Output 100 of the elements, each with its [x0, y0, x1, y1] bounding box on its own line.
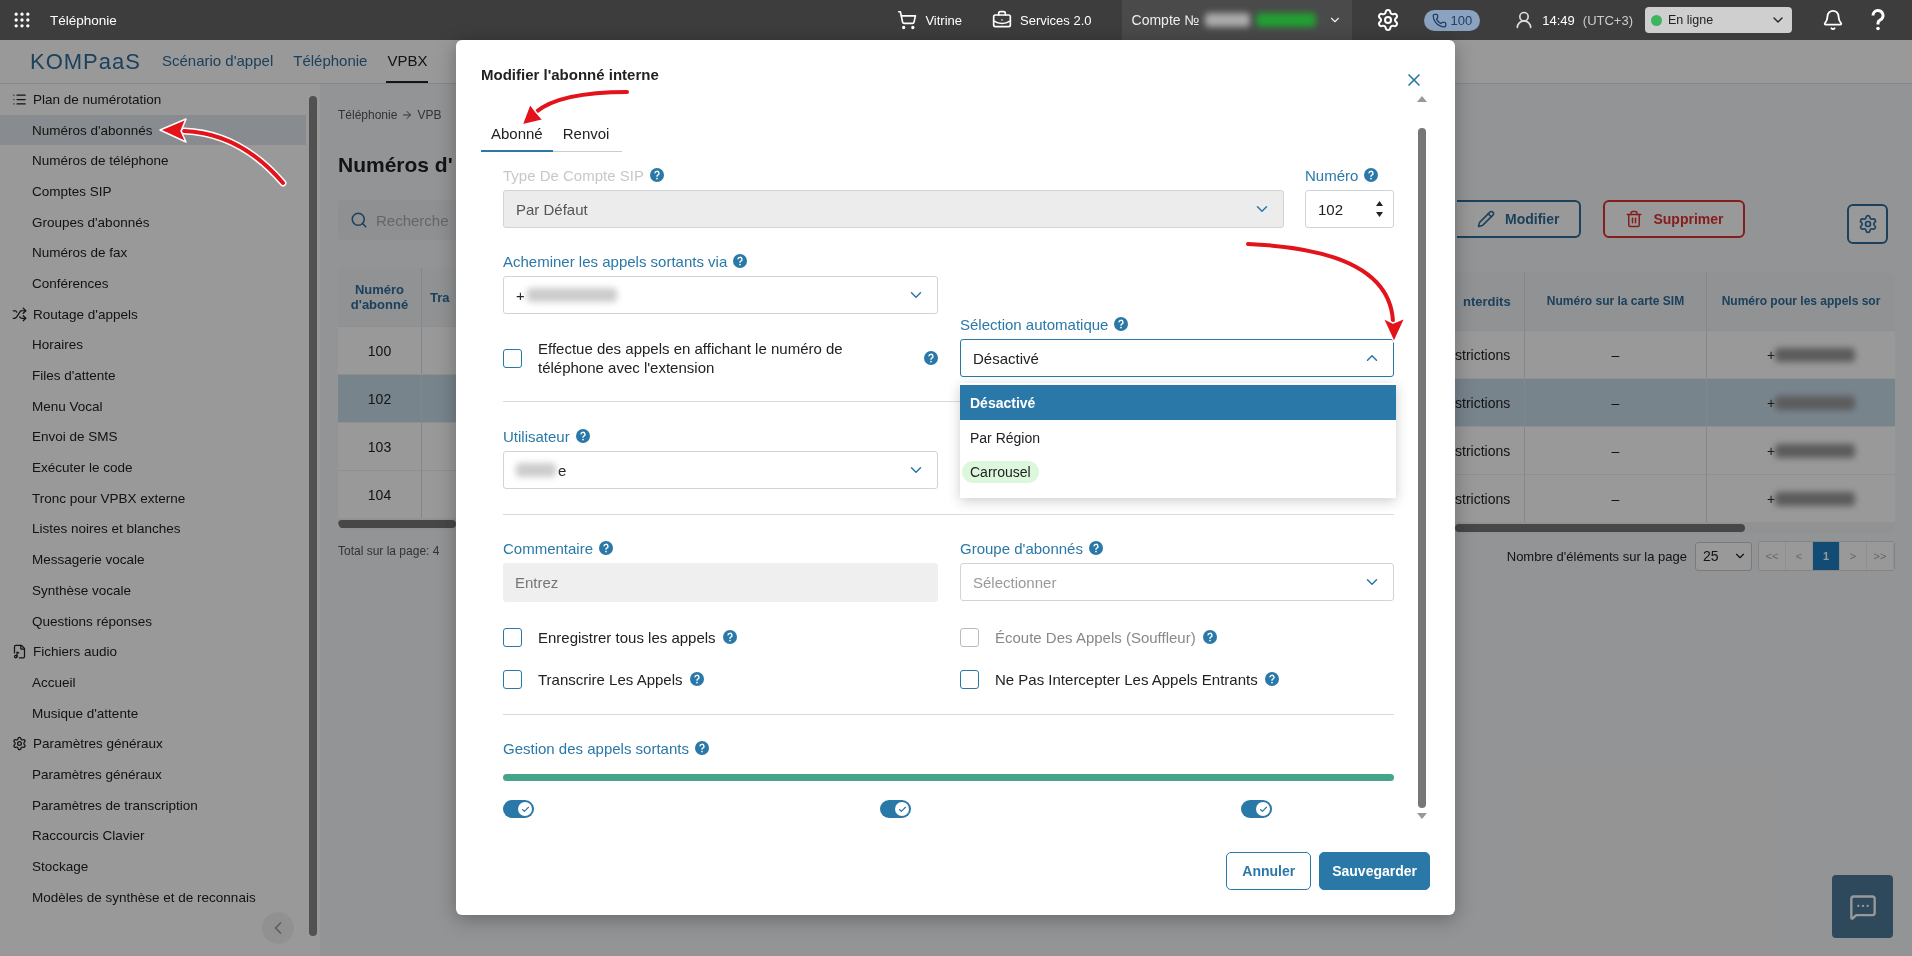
table-row[interactable]: 104 [338, 470, 456, 518]
sidebar-item[interactable]: Messagerie vocale [0, 544, 306, 575]
help-icon[interactable] [1870, 9, 1886, 31]
sidebar-item[interactable]: Numéros d'abonnés [0, 114, 306, 146]
help-icon[interactable] [1264, 672, 1279, 686]
table-row[interactable]: 102 [338, 374, 456, 422]
logo: KOMPaaS [30, 48, 141, 75]
settings-icon [1857, 214, 1878, 234]
help-icon[interactable] [1364, 168, 1379, 182]
table-cell: + [1766, 394, 1776, 411]
scrollbar-thumb[interactable] [1455, 524, 1745, 532]
sidebar-item[interactable]: Horaires [0, 329, 306, 361]
status-select[interactable]: En ligne [1645, 7, 1792, 33]
search-icon [350, 211, 368, 229]
select-field[interactable]: + [503, 276, 938, 314]
table-row[interactable]: strictions – + [1455, 378, 1895, 426]
nav-tab[interactable]: VPBX [386, 40, 429, 83]
help-icon[interactable] [1114, 317, 1129, 331]
help-icon[interactable] [924, 351, 938, 365]
sidebar-section[interactable]: Routage d'appels [0, 298, 306, 330]
toggle-switch[interactable] [880, 800, 911, 818]
sidebar-item[interactable]: Conférences [0, 268, 306, 299]
toggle-switch[interactable] [1241, 800, 1272, 818]
sidebar-item[interactable]: Numéros de téléphone [0, 145, 306, 177]
page-title: Numéros d' [338, 153, 454, 177]
scroll-up-icon[interactable] [1417, 96, 1427, 102]
checkbox[interactable] [503, 627, 522, 647]
sidebar-item[interactable]: Synthèse vocale [0, 575, 306, 606]
spinner-icon[interactable] [1375, 200, 1384, 218]
select-field[interactable]: Désactivé [960, 339, 1394, 377]
sidebar-item[interactable]: Stockage [0, 851, 306, 882]
sidebar-item[interactable]: Paramètres généraux [0, 759, 306, 790]
sidebar-item[interactable]: Files d'attente [0, 360, 306, 391]
help-icon[interactable] [722, 630, 737, 644]
bell-icon[interactable] [1822, 9, 1844, 31]
dialog-tab[interactable]: Renvoi [552, 116, 620, 152]
sidebar-section[interactable]: Fichiers audio [0, 636, 306, 668]
checkbox[interactable] [503, 669, 522, 689]
checkbox[interactable] [503, 348, 522, 368]
help-icon[interactable] [1202, 630, 1217, 644]
timezone: (UTC+3) [1582, 12, 1633, 28]
help-icon[interactable] [1088, 541, 1103, 555]
settings-icon[interactable] [1375, 8, 1400, 32]
help-icon[interactable] [599, 541, 614, 555]
page-size-select[interactable]: 25 [1695, 541, 1752, 571]
breadcrumb-link[interactable]: Téléphonie [338, 108, 398, 122]
nav-tab[interactable]: Scénario d'appel [160, 40, 275, 83]
dropdown-option[interactable]: Désactivé [960, 385, 1396, 420]
sidebar-item[interactable]: Raccourcis Clavier [0, 820, 306, 852]
save-button[interactable]: Sauvegarder [1319, 852, 1430, 890]
table-row[interactable]: strictions – + [1455, 426, 1895, 474]
sidebar-item[interactable]: Accueil [0, 667, 306, 698]
help-icon[interactable] [649, 168, 664, 182]
scrollbar-thumb[interactable] [1418, 128, 1426, 808]
toggle-switch[interactable] [503, 800, 534, 818]
scroll-down-icon[interactable] [1417, 813, 1427, 819]
breadcrumb-link[interactable]: VPB [417, 108, 442, 122]
sidebar-item[interactable]: Musique d'attente [0, 697, 306, 729]
help-icon[interactable] [733, 254, 748, 268]
sidebar-item[interactable]: Questions réponses [0, 605, 306, 637]
table-row[interactable]: strictions – + [1455, 474, 1895, 522]
select-field[interactable]: e [503, 451, 938, 489]
grid-menu-icon[interactable] [12, 10, 32, 30]
sidebar-item[interactable]: Exécuter le code [0, 452, 306, 483]
top-link[interactable]: Vitrine [897, 10, 962, 30]
delete-button[interactable]: Supprimer [1603, 200, 1746, 238]
top-link[interactable]: Services 2.0 [992, 10, 1092, 30]
sidebar-item[interactable]: Groupes d'abonnés [0, 206, 306, 238]
checkbox[interactable] [960, 669, 979, 689]
sidebar-item[interactable]: Comptes SIP [0, 176, 306, 207]
scrollbar-thumb[interactable] [338, 520, 456, 528]
table-row[interactable]: 103 [338, 422, 456, 470]
sidebar-item[interactable]: Modèles de synthèse et de reconnais [0, 881, 306, 913]
dropdown-option[interactable]: Par Région [960, 420, 1051, 455]
list-icon [12, 91, 27, 107]
sidebar-section[interactable]: Plan de numérotation [0, 84, 306, 115]
help-icon[interactable] [575, 429, 590, 443]
cancel-button[interactable]: Annuler [1226, 852, 1312, 890]
nav-tab[interactable]: Téléphonie [292, 40, 369, 83]
sidebar-item[interactable]: Paramètres de transcription [0, 789, 306, 821]
sidebar-section[interactable]: Paramètres généraux [0, 728, 306, 760]
help-icon[interactable] [689, 672, 704, 686]
column-header: Numéro pour les appels sor [1720, 293, 1882, 310]
table-row[interactable]: 100 [338, 326, 456, 374]
settings-button[interactable] [1847, 204, 1888, 244]
table-row[interactable]: strictions – + [1455, 330, 1895, 378]
help-icon[interactable] [694, 741, 709, 755]
account-selector[interactable]: Compte № [1121, 0, 1352, 40]
checkbox-label: Ne Pas Intercepter Les Appels Entrants [995, 669, 1258, 689]
number-field[interactable]: 102 [1305, 190, 1394, 228]
edit-button[interactable]: Modifier [1457, 200, 1582, 238]
chat-button[interactable] [1832, 875, 1893, 938]
calls-badge[interactable]: 100 [1423, 9, 1481, 31]
sidebar-item[interactable]: Envoi de SMS [0, 421, 306, 453]
sidebar-item[interactable]: Menu Vocal [0, 390, 306, 422]
dropdown-option[interactable]: Carrousel [962, 461, 1039, 483]
sidebar-item[interactable]: Tronc pour VPBX externe [0, 482, 306, 514]
scrollbar-thumb[interactable] [309, 96, 317, 936]
sidebar-item[interactable]: Numéros de fax [0, 237, 306, 269]
sidebar-item[interactable]: Listes noires et blanches [0, 513, 306, 545]
